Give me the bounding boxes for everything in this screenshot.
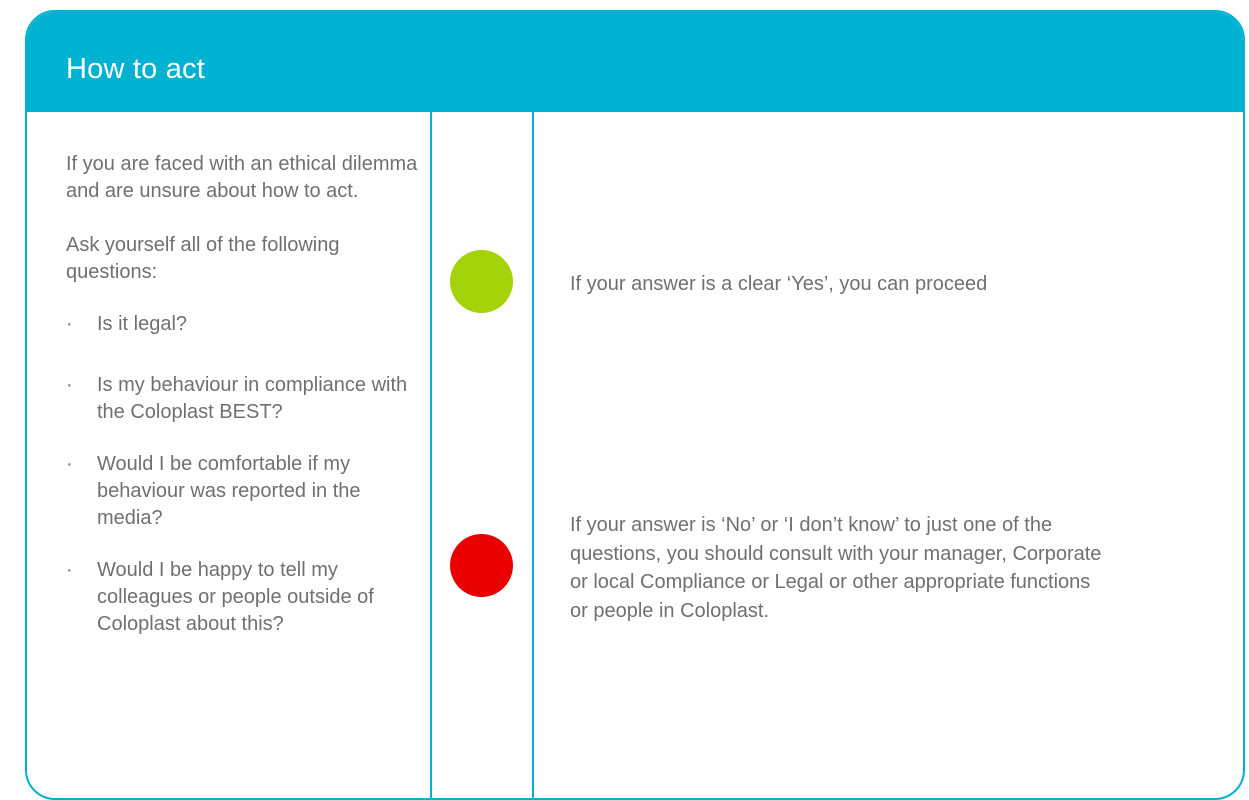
red-circle-icon — [450, 534, 513, 597]
card-title: How to act — [66, 53, 205, 85]
intro-text: If you are faced with an ethical dilemma… — [66, 153, 418, 202]
question-text: Is my behaviour in compliance with the C… — [97, 374, 408, 423]
card-header: How to act — [27, 12, 1243, 112]
question-text: Would I be comfortable if my behaviour w… — [97, 453, 361, 529]
list-item: · Would I be comfortable if my behaviour… — [66, 451, 426, 532]
ask-text: Ask yourself all of the following questi… — [66, 234, 340, 283]
no-answer-text: If your answer is ‘No’ or ‘I don’t know’… — [570, 514, 1102, 622]
bullet: · — [66, 559, 73, 581]
green-circle-icon — [450, 250, 513, 313]
list-item: · Is it legal? — [66, 311, 426, 338]
yes-answer-text: If your answer is a clear ‘Yes’, you can… — [570, 273, 988, 295]
question-text: Is it legal? — [97, 313, 188, 335]
list-item: · Would I be happy to tell my colleagues… — [66, 557, 426, 638]
column-divider-left — [430, 112, 432, 798]
bullet: · — [66, 313, 73, 335]
bullet: · — [66, 453, 73, 475]
list-item: · Is my behaviour in compliance with the… — [66, 372, 426, 426]
questions-column: If you are faced with an ethical dilemma… — [66, 151, 426, 663]
column-divider-right — [532, 112, 534, 798]
how-to-act-card: How to act If you are faced with an ethi… — [25, 10, 1245, 800]
question-list: · Is it legal? · Is my behaviour in comp… — [66, 311, 426, 638]
bullet: · — [66, 374, 73, 396]
question-text: Would I be happy to tell my colleagues o… — [97, 559, 374, 635]
